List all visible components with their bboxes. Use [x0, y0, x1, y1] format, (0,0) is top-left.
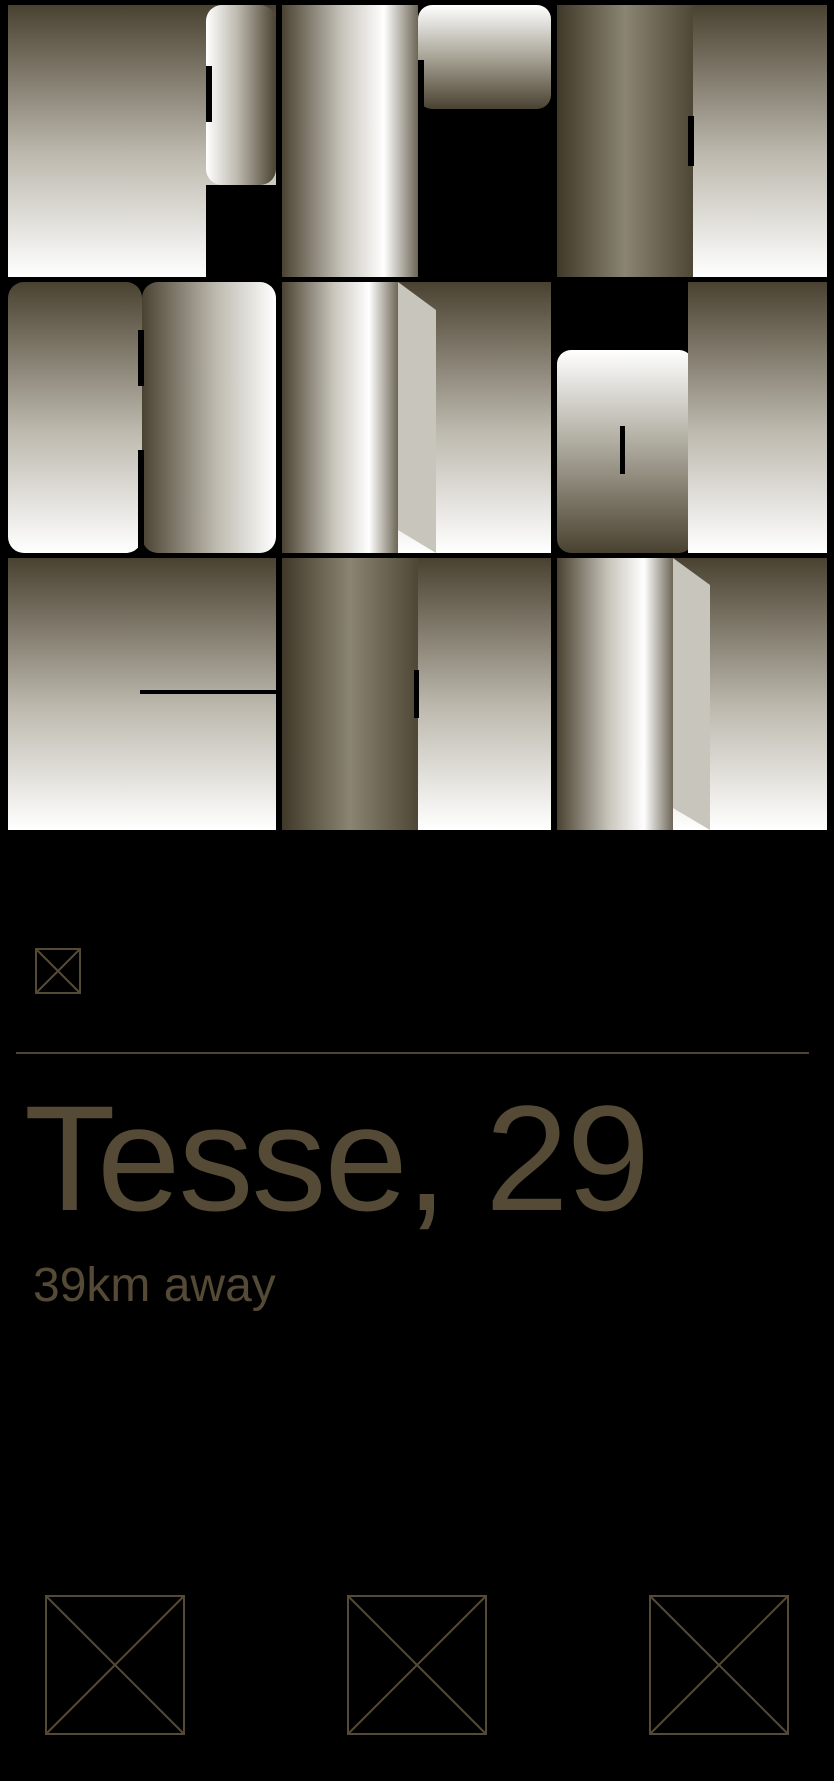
- action-button-left[interactable]: [45, 1595, 185, 1735]
- photo-graphic: [8, 5, 827, 830]
- action-button-center[interactable]: [347, 1595, 487, 1735]
- placeholder-glyph: [35, 948, 81, 994]
- image-placeholder-icon[interactable]: [34, 947, 82, 995]
- action-placeholder-icon: [347, 1595, 487, 1735]
- action-button-right[interactable]: [649, 1595, 789, 1735]
- profile-card: Tesse, 29 39km away: [0, 0, 834, 1781]
- profile-distance: 39km away: [33, 1259, 276, 1312]
- profile-photo[interactable]: [0, 0, 834, 836]
- profile-name: Tesse, 29: [24, 1074, 650, 1242]
- action-placeholder-icon: [649, 1595, 789, 1735]
- action-placeholder-icon: [45, 1595, 185, 1735]
- divider: [16, 1052, 809, 1054]
